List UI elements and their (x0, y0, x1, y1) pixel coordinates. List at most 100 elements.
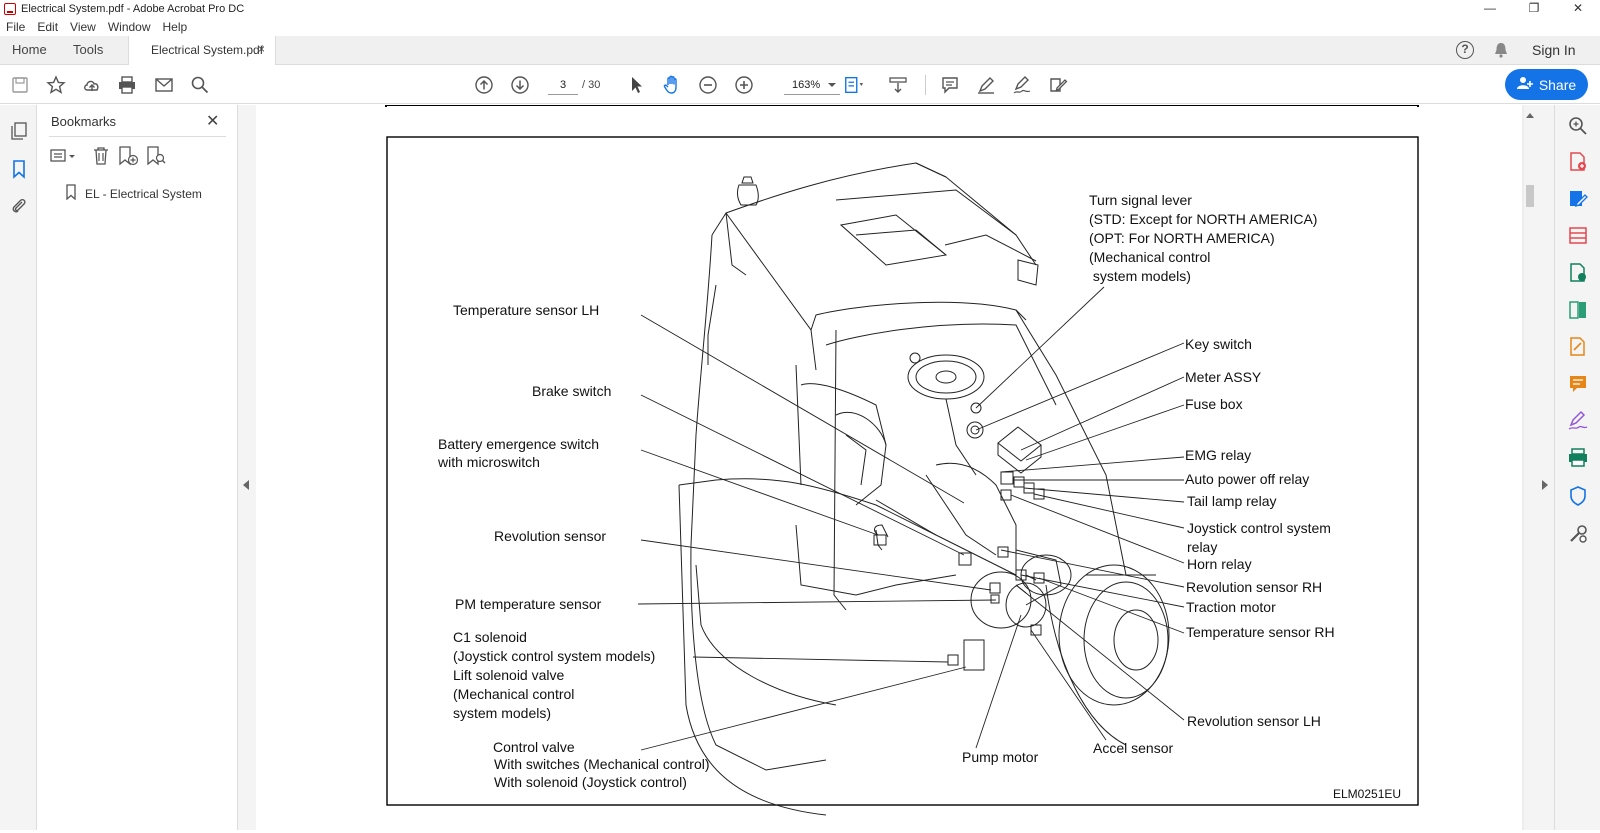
bookmark-icon (65, 184, 77, 203)
label-joystick-control-system-relay-2: relay (1187, 539, 1217, 555)
document-viewport: Temperature sensor LH Brake switch Batte… (256, 104, 1524, 830)
vertical-scrollbar[interactable] (1524, 105, 1536, 830)
page-thumbnails-icon[interactable] (9, 121, 29, 141)
find-bookmark-icon[interactable] (145, 145, 167, 167)
panel-divider (49, 136, 226, 137)
label-traction-motor: Traction motor (1186, 599, 1276, 615)
star-icon[interactable] (45, 74, 67, 96)
label-temperature-sensor-lh: Temperature sensor LH (453, 302, 599, 318)
label-joystick-control-system-relay: Joystick control system (1187, 520, 1331, 536)
label-horn-relay: Horn relay (1187, 556, 1252, 572)
collapse-right-panel-handle[interactable] (1536, 105, 1554, 830)
share-button[interactable]: Share (1505, 69, 1588, 100)
previous-page-icon[interactable] (473, 74, 495, 96)
fit-page-icon[interactable] (843, 74, 865, 96)
more-tools-icon[interactable] (1567, 523, 1589, 545)
label-pump-motor: Pump motor (962, 749, 1039, 765)
menu-window[interactable]: Window (102, 20, 157, 34)
search-icon[interactable] (189, 74, 211, 96)
label-control-valve: Control valve (493, 739, 575, 755)
help-icon[interactable]: ? (1456, 41, 1474, 59)
bookmarks-panel-icon[interactable] (9, 159, 29, 179)
label-battery-emergence-switch: Battery emergence switch (438, 436, 599, 452)
label-turn-signal-lever-2: (STD: Except for NORTH AMERICA) (1089, 211, 1317, 227)
label-lift-solenoid-valve-2: (Mechanical control (453, 686, 574, 702)
bookmark-options-icon[interactable] (49, 145, 75, 167)
page-total: / 30 (582, 79, 601, 91)
hand-tool-icon[interactable] (661, 74, 683, 96)
bookmarks-close-button[interactable]: ✕ (206, 111, 219, 131)
upload-cloud-icon[interactable] (81, 74, 103, 96)
print-icon[interactable] (116, 74, 138, 96)
window-controls: — ❐ ✕ (1468, 0, 1600, 18)
share-person-icon (1516, 76, 1533, 93)
label-turn-signal-lever: Turn signal lever (1089, 192, 1192, 208)
tab-close-button[interactable]: × (258, 42, 265, 56)
menu-edit[interactable]: Edit (31, 20, 64, 34)
stamp-tools-icon[interactable] (1047, 74, 1069, 96)
edit-pdf-icon[interactable] (1567, 188, 1589, 210)
maximize-button[interactable]: ❐ (1512, 0, 1556, 18)
menu-bar: File Edit View Window Help (0, 18, 1600, 36)
label-key-switch: Key switch (1185, 336, 1252, 352)
acrobat-icon (4, 3, 16, 15)
delete-bookmark-icon[interactable] (90, 145, 112, 167)
bottom-labels: Pump motor Accel sensor (962, 740, 1173, 765)
print-production-icon[interactable] (1567, 447, 1589, 469)
close-window-button[interactable]: ✕ (1556, 0, 1600, 18)
label-meter-assy: Meter ASSY (1185, 369, 1262, 385)
combine-files-icon[interactable] (1567, 262, 1589, 284)
menu-help[interactable]: Help (157, 20, 194, 34)
left-navigation-rail (0, 105, 37, 830)
protect-shield-icon[interactable] (1567, 485, 1589, 507)
tab-tools[interactable]: Tools (73, 42, 103, 57)
zoom-in-icon[interactable] (733, 74, 755, 96)
collapse-left-panel-handle[interactable] (238, 105, 256, 830)
email-icon[interactable] (153, 74, 175, 96)
label-pm-temperature-sensor: PM temperature sensor (455, 596, 602, 612)
main-toolbar: 3 / 30 163% Share (0, 65, 1600, 104)
sign-icon[interactable] (1011, 74, 1033, 96)
select-cursor-icon[interactable] (625, 74, 647, 96)
next-page-icon[interactable] (509, 74, 531, 96)
zoom-search-icon[interactable] (1567, 115, 1589, 137)
page-number-input[interactable]: 3 (548, 75, 578, 95)
create-pdf-icon[interactable] (1567, 151, 1589, 173)
bookmark-item[interactable]: EL - Electrical System (65, 184, 202, 203)
notification-bell-icon[interactable] (1492, 41, 1510, 59)
tab-document[interactable]: Electrical System.pdf × (128, 36, 276, 66)
tab-home[interactable]: Home (12, 42, 47, 57)
bookmarks-panel: Bookmarks ✕ EL - Electrical System (37, 105, 238, 830)
fill-sign-icon[interactable] (1567, 336, 1589, 358)
label-battery-emergence-switch-2: with microswitch (437, 454, 540, 470)
highlight-pen-icon[interactable] (975, 74, 997, 96)
sign-in-link[interactable]: Sign In (1532, 42, 1576, 58)
zoom-level-select[interactable]: 163% (784, 75, 840, 95)
minimize-button[interactable]: — (1468, 0, 1512, 18)
label-turn-signal-lever-4: (Mechanical control (1089, 249, 1210, 265)
zoom-out-icon[interactable] (697, 74, 719, 96)
label-lift-solenoid-valve: Lift solenoid valve (453, 667, 565, 683)
save-icon[interactable] (9, 74, 31, 96)
scroll-up-arrow[interactable] (1526, 113, 1534, 118)
attachments-icon[interactable] (9, 196, 29, 216)
label-emg-relay: EMG relay (1185, 447, 1251, 463)
new-bookmark-icon[interactable] (117, 145, 139, 167)
pdf-page: Temperature sensor LH Brake switch Batte… (256, 104, 1522, 830)
scrollbar-thumb[interactable] (1526, 185, 1534, 207)
export-pdf-icon[interactable] (1567, 225, 1589, 247)
bookmarks-title: Bookmarks (51, 114, 117, 129)
comment-icon[interactable] (939, 74, 961, 96)
leader-lines (637, 286, 1185, 751)
label-brake-switch: Brake switch (532, 383, 611, 399)
label-revolution-sensor: Revolution sensor (494, 528, 606, 544)
label-turn-signal-lever-5: system models) (1089, 268, 1191, 284)
menu-file[interactable]: File (0, 20, 31, 34)
request-signatures-icon[interactable] (1567, 410, 1589, 432)
menu-view[interactable]: View (64, 20, 102, 34)
organize-pages-icon[interactable] (1567, 299, 1589, 321)
scroll-mode-icon[interactable] (887, 74, 909, 96)
comment-tool-icon[interactable] (1567, 373, 1589, 395)
label-control-valve-3: With solenoid (Joystick control) (494, 774, 687, 790)
label-auto-power-off-relay: Auto power off relay (1185, 471, 1309, 487)
